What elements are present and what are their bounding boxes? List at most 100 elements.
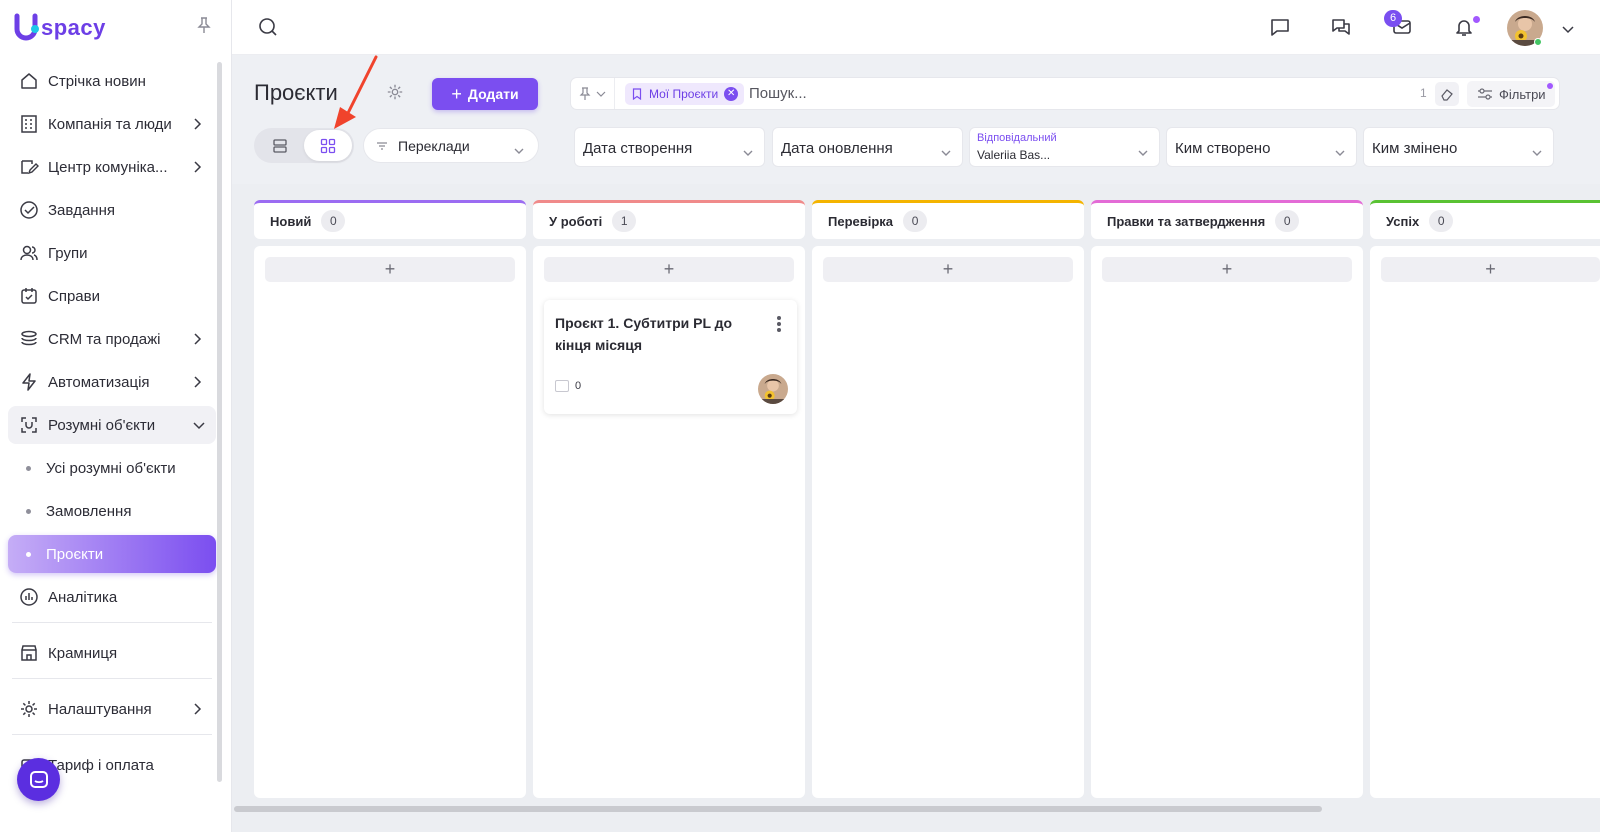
sidebar-subitem-all-smart-objects[interactable]: Усі розумні об'єкти [8, 449, 216, 487]
column-title: Правки та затвердження [1107, 213, 1266, 229]
bookmark-icon [632, 88, 642, 100]
sidebar-subitem-label: Усі розумні об'єкти [46, 459, 176, 477]
column-title: Успіх [1386, 213, 1420, 229]
sidebar-item-analytics[interactable]: Аналітика [8, 578, 216, 616]
pipeline-select[interactable]: Переклади [363, 128, 539, 163]
lightning-icon [19, 372, 39, 392]
column-count: 0 [1429, 210, 1454, 232]
list-view-button[interactable] [256, 130, 304, 161]
list-icon [273, 138, 287, 153]
sidebar-item-tasks[interactable]: Завдання [8, 191, 216, 229]
pin-sidebar-icon[interactable] [196, 16, 212, 34]
pin-select[interactable] [571, 78, 615, 109]
divider [12, 734, 212, 735]
grid-icon [320, 138, 336, 153]
logo-mark-icon [14, 13, 40, 43]
filters-button-label: Фільтри [1499, 86, 1546, 102]
column-count: 0 [903, 210, 928, 232]
sidebar-item-store[interactable]: Крамниця [8, 634, 216, 672]
column-count: 1 [612, 210, 637, 232]
filter-created-by[interactable]: Ким створено [1166, 127, 1357, 167]
add-card-button[interactable]: + [1381, 257, 1600, 282]
mail-badge: 6 [1384, 10, 1402, 27]
bullet-icon [26, 465, 31, 471]
column-count: 0 [321, 210, 346, 232]
sidebar-item-label: Аналітика [48, 588, 118, 606]
smart-object-icon [19, 415, 39, 435]
sidebar-item-settings[interactable]: Налаштування [8, 690, 216, 728]
sidebar-item-smart-objects[interactable]: Розумні об'єкти [8, 406, 216, 444]
sidebar-item-label: Центр комуніка... [48, 158, 168, 176]
column-header-revisions[interactable]: Правки та затвердження 0 [1091, 200, 1363, 239]
column-header-success[interactable]: Успіх 0 [1370, 200, 1600, 239]
sidebar-item-communication[interactable]: Центр комуніка... [8, 148, 216, 186]
sidebar-item-label: Завдання [48, 201, 115, 219]
messages-icon[interactable] [1268, 15, 1292, 39]
search-icon[interactable] [257, 16, 279, 43]
sidebar-subitem-projects[interactable]: Проєкти [8, 535, 216, 573]
project-card[interactable]: Проєкт 1. Субтитри PL до кінця місяця 0 [544, 300, 797, 414]
chevron-right-icon [192, 702, 202, 716]
sidebar-item-groups[interactable]: Групи [8, 234, 216, 272]
card-assignee-avatar[interactable] [758, 374, 788, 404]
column-header-in-progress[interactable]: У роботі 1 [533, 200, 805, 239]
add-card-button[interactable]: + [265, 257, 515, 282]
filter-chip-my-projects[interactable]: Мої Проєкти ✕ [625, 83, 745, 105]
pin-icon [579, 86, 591, 100]
search-input[interactable]: Пошук... [749, 85, 807, 102]
settings-gear-icon[interactable] [386, 83, 404, 106]
column-header-new[interactable]: Новий 0 [254, 200, 526, 239]
more-vertical-icon[interactable] [777, 316, 781, 334]
board-horizontal-scrollbar[interactable] [234, 806, 1322, 812]
uspacy-logo[interactable]: spacy [14, 10, 106, 46]
sidebar-item-label: Тариф і оплата [48, 756, 154, 774]
column-header-review[interactable]: Перевірка 0 [812, 200, 1084, 239]
filter-label: Дата створення [583, 140, 693, 157]
sliders-icon [1478, 88, 1492, 100]
add-button[interactable]: + Додати [432, 78, 538, 110]
filter-label: Ким створено [1175, 140, 1271, 157]
sidebar: spacy Стрічка новин Компанія та люди Цен… [0, 0, 232, 832]
bullet-icon [26, 508, 31, 514]
support-chat-button[interactable] [17, 758, 60, 801]
sidebar-subitem-orders[interactable]: Замовлення [8, 492, 216, 530]
chats-icon[interactable] [1329, 15, 1353, 39]
users-icon [19, 243, 39, 263]
chip-close-icon[interactable]: ✕ [724, 87, 739, 101]
sidebar-item-news-feed[interactable]: Стрічка новин [8, 62, 216, 100]
sidebar-nav: Стрічка новин Компанія та люди Центр ком… [8, 62, 216, 789]
chevron-down-icon[interactable] [1556, 18, 1580, 42]
filter-responsible[interactable]: Відповідальний Valeriia Bas... [969, 127, 1160, 167]
store-icon [19, 643, 39, 663]
filter-value: Valeriia Bas... [977, 148, 1051, 162]
sidebar-item-company[interactable]: Компанія та люди [8, 105, 216, 143]
search-bar: Мої Проєкти ✕ Пошук... 1 Фільтри [570, 77, 1560, 110]
add-card-button[interactable]: + [1102, 257, 1352, 282]
filter-lines-icon [377, 141, 387, 150]
sidebar-item-label: CRM та продажі [48, 330, 161, 348]
sidebar-scrollbar[interactable] [217, 62, 222, 782]
home-icon [19, 71, 39, 91]
add-card-button[interactable]: + [544, 257, 794, 282]
sidebar-subitem-label: Замовлення [46, 502, 132, 520]
gear-icon [19, 699, 39, 719]
filter-updated-date[interactable]: Дата оновлення [772, 127, 963, 167]
column-count: 0 [1275, 210, 1300, 232]
filter-label: Відповідальний [977, 132, 1057, 144]
add-card-button[interactable]: + [823, 257, 1073, 282]
chevron-down-icon [742, 144, 754, 161]
filters-active-dot [1547, 83, 1553, 89]
eraser-icon[interactable] [1435, 82, 1459, 106]
filters-button[interactable]: Фільтри [1467, 81, 1555, 107]
sidebar-item-affairs[interactable]: Справи [8, 277, 216, 315]
filter-changed-by[interactable]: Ким змінено [1363, 127, 1554, 167]
sidebar-item-automation[interactable]: Автоматизація [8, 363, 216, 401]
card-title: Проєкт 1. Субтитри PL до кінця місяця [555, 315, 733, 353]
page-title: Проєкти [254, 80, 338, 105]
sidebar-item-crm[interactable]: CRM та продажі [8, 320, 216, 358]
column-title: У роботі [549, 213, 603, 229]
filter-count: 1 [1420, 86, 1427, 100]
sidebar-item-label: Стрічка новин [48, 72, 146, 90]
filter-created-date[interactable]: Дата створення [574, 127, 765, 167]
column-body-review: + [812, 246, 1084, 798]
